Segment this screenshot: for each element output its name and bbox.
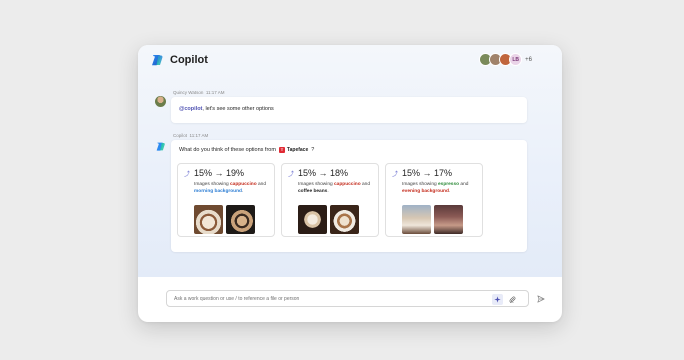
attach-button[interactable]	[507, 294, 518, 305]
participants-more-count[interactable]: +6	[525, 57, 532, 63]
question-suffix: ?	[311, 147, 315, 153]
highlight-keyword: espresso	[438, 182, 460, 187]
mention-link[interactable]: @copilot	[179, 106, 202, 112]
send-icon	[536, 294, 545, 303]
avatar	[155, 96, 166, 107]
message-time: 11:17 AM	[205, 90, 225, 95]
highlight-keyword: coffee beans	[298, 189, 328, 194]
option-thumbnail[interactable]	[194, 205, 223, 234]
highlight-keyword: evening background	[402, 189, 449, 194]
option-range: 15% → 17%	[402, 168, 453, 178]
user-message-text: @copilot, let's see some other options	[179, 106, 274, 112]
copilot-window: Copilot LB +6 Quincy Watson 11:17 AM @co…	[138, 45, 562, 322]
copilot-logo-icon	[152, 55, 163, 66]
option-description: Images showing cappuccino and coffee bea…	[298, 181, 378, 195]
message-author: Copilot	[173, 133, 188, 138]
copilot-message-bubble: What do you think of these options from …	[171, 140, 527, 252]
option-thumbnail[interactable]	[402, 205, 431, 234]
option-thumbnail[interactable]	[226, 205, 255, 234]
chat-area: Copilot LB +6 Quincy Watson 11:17 AM @co…	[138, 45, 562, 277]
app-title: Copilot	[170, 54, 208, 66]
desc-text: and	[459, 182, 469, 187]
option-card[interactable]: ⤴ 15% → 18% Images showing cappuccino an…	[281, 163, 379, 237]
option-thumbnail[interactable]	[434, 205, 463, 234]
highlight-keyword: cappuccino	[334, 182, 361, 187]
message-meta: Quincy Watson 11:17 AM	[173, 90, 225, 95]
copilot-logo-icon	[156, 142, 165, 151]
source-tag[interactable]: T Tapeface	[278, 147, 309, 153]
send-button[interactable]	[535, 293, 546, 304]
trend-icon: ⤴	[288, 172, 295, 178]
desc-text: .	[448, 189, 451, 194]
sparkle-icon	[494, 296, 501, 303]
option-thumbnail[interactable]	[298, 205, 327, 234]
copilot-question: What do you think of these options from …	[179, 147, 314, 153]
message-time: 11:17 AM	[189, 133, 209, 138]
desc-text: .	[241, 189, 244, 194]
option-description: Images showing espresso and evening back…	[402, 181, 482, 195]
avatar[interactable]: LB	[509, 53, 523, 66]
desc-text: Images showing	[402, 182, 438, 187]
message-meta: Copilot 11:17 AM	[173, 133, 208, 138]
highlight-keyword: morning background	[194, 189, 242, 194]
header: Copilot LB +6	[138, 45, 562, 75]
option-card[interactable]: ⤴ 15% → 17% Images showing espresso and …	[385, 163, 483, 237]
question-text: What do you think of these options from	[179, 147, 276, 153]
tapeface-logo-icon: T	[278, 147, 285, 153]
trend-icon: ⤴	[184, 172, 191, 178]
option-range: 15% → 18%	[298, 168, 349, 178]
desc-text: Images showing	[298, 182, 334, 187]
attach-icon	[509, 296, 516, 303]
sparkle-button[interactable]	[492, 294, 503, 305]
participants-group[interactable]: LB +6	[479, 53, 532, 66]
source-name: Tapeface	[286, 147, 309, 153]
message-input[interactable]	[174, 294, 474, 304]
highlight-keyword: cappuccino	[230, 182, 257, 187]
desc-text: and	[360, 182, 370, 187]
desc-text: .	[327, 189, 329, 194]
desc-text: Images showing	[194, 182, 230, 187]
user-message-bubble: @copilot, let's see some other options	[171, 97, 527, 123]
option-card[interactable]: ⤴ 15% → 19% Images showing cappuccino an…	[177, 163, 275, 237]
message-body: , let's see some other options	[202, 106, 274, 112]
trend-icon: ⤴	[392, 172, 399, 178]
message-composer[interactable]	[166, 290, 529, 307]
option-description: Images showing cappuccino and morning ba…	[194, 181, 274, 195]
message-author: Quincy Watson	[173, 90, 204, 95]
option-thumbnail[interactable]	[330, 205, 359, 234]
desc-text: and	[256, 182, 266, 187]
option-range: 15% → 19%	[194, 168, 245, 178]
